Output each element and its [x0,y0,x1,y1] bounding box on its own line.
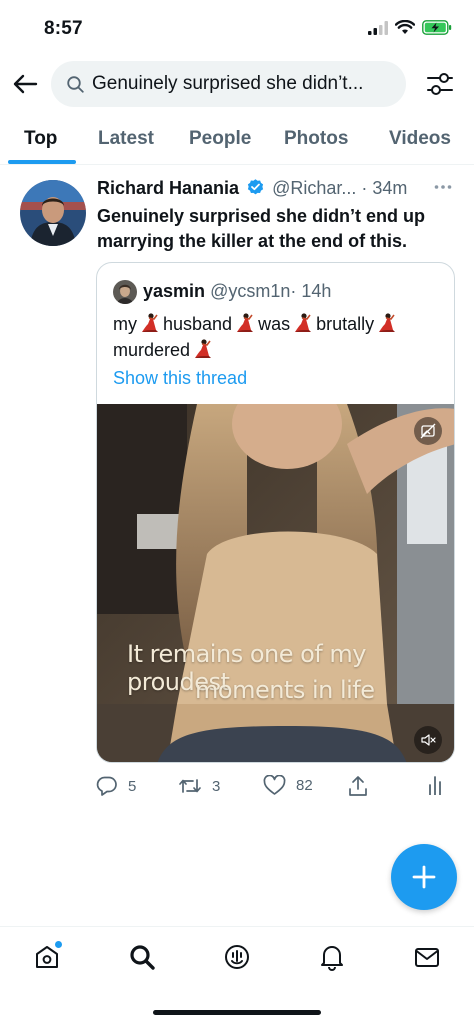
quoted-word: my [113,314,137,334]
spaces-icon [225,945,249,969]
sensitive-media-icon [420,423,436,439]
search-input[interactable]: Genuinely surprised she didn’t... [51,61,406,107]
video-player[interactable]: It remains one of my proudest moments in… [97,404,454,762]
search-tabs: Top Latest People Photos Videos [0,118,474,165]
avatar-photo [20,180,86,246]
search-header: Genuinely surprised she didn’t... [0,58,474,110]
battery-charging-icon [422,20,452,35]
share-button[interactable] [347,775,369,797]
messages-icon [415,948,439,967]
quoted-separator-dot: · [290,281,297,301]
separator-dot: · [361,178,368,198]
retweet-count: 3 [212,777,221,795]
quoted-word: murdered [113,340,191,360]
verified-badge-icon [247,179,264,195]
signal-icon [368,20,388,35]
quoted-word: was [258,314,291,334]
video-caption-line2: moments in life [195,676,375,704]
flamenco-dancer-emoji [295,313,312,332]
quoted-author-handle: @ycsm1n [210,281,291,301]
tab-top[interactable]: Top [24,128,57,150]
status-time: 8:57 [44,18,83,39]
sensitive-media-button[interactable] [414,417,442,445]
flamenco-dancer-emoji [195,339,212,358]
share-icon [349,776,367,796]
quoted-tweet[interactable]: yasmin @ycsm1n· 14h my husband was brutally… [96,262,455,763]
search-icon [67,75,84,93]
quoted-avatar-photo [113,280,137,304]
bottom-navigation [0,926,474,990]
author-handle: @Richar... [272,178,357,198]
video-frame [97,404,454,762]
flamenco-dancer-emoji [142,313,158,332]
avatar[interactable] [20,180,86,246]
quoted-header: yasmin @ycsm1n· 14h [143,281,331,302]
author-name[interactable]: Richard Hanania [97,178,239,198]
mute-icon [421,734,436,746]
notifications-icon [321,946,343,971]
quoted-author-name: yasmin [143,281,206,301]
wifi-icon [395,20,415,34]
quoted-word: brutally [316,314,375,334]
compose-icon [412,865,436,889]
analytics-button[interactable] [428,775,442,795]
flamenco-dancer-emoji [379,313,396,332]
back-button[interactable] [10,70,40,98]
retweet-icon [179,779,201,793]
tab-videos[interactable]: Videos [389,128,451,150]
like-icon [263,775,286,795]
show-thread-link[interactable]: Show this thread [113,368,247,389]
quoted-time: 14h [301,281,332,301]
reply-button[interactable]: 5 [96,775,136,797]
back-arrow-icon [13,74,38,94]
search-query: Genuinely surprised she didn’t... [92,73,364,94]
retweet-button[interactable]: 3 [178,775,220,797]
quoted-text: my husband was brutally murdered [113,311,443,363]
tab-people[interactable]: People [189,128,251,150]
more-icon[interactable] [434,184,452,190]
tab-latest[interactable]: Latest [98,128,154,150]
compose-button[interactable] [391,844,457,910]
quoted-avatar [113,280,137,304]
nav-home[interactable] [31,941,63,973]
nav-notifications[interactable] [316,941,348,973]
analytics-icon [429,776,441,795]
search-filter-button[interactable] [426,70,454,98]
nav-explore[interactable] [126,941,158,973]
nav-messages[interactable] [411,941,443,973]
tab-photos[interactable]: Photos [284,128,348,150]
reply-icon [96,776,117,796]
tweet-time: 34m [372,178,408,198]
like-button[interactable]: 82 [263,775,313,796]
mute-button[interactable] [414,726,442,754]
status-icons [368,20,452,35]
tweet-actions: 5 3 82 [96,775,456,799]
tweet-header: Richard Hanania @Richar... · 34m [97,178,457,202]
flamenco-dancer-emoji [237,313,254,332]
nav-spaces[interactable] [221,941,253,973]
like-count: 82 [296,777,313,794]
reply-count: 5 [128,777,137,795]
status-bar: 8:57 [0,0,474,56]
home-notification-dot [55,941,62,948]
tweet-text: Genuinely surprised she didn’t end up ma… [97,206,426,251]
explore-icon [130,945,155,970]
home-indicator [153,1010,321,1015]
active-tab-indicator [8,160,76,164]
quoted-word: husband [163,314,233,334]
filter-icon [427,73,453,95]
